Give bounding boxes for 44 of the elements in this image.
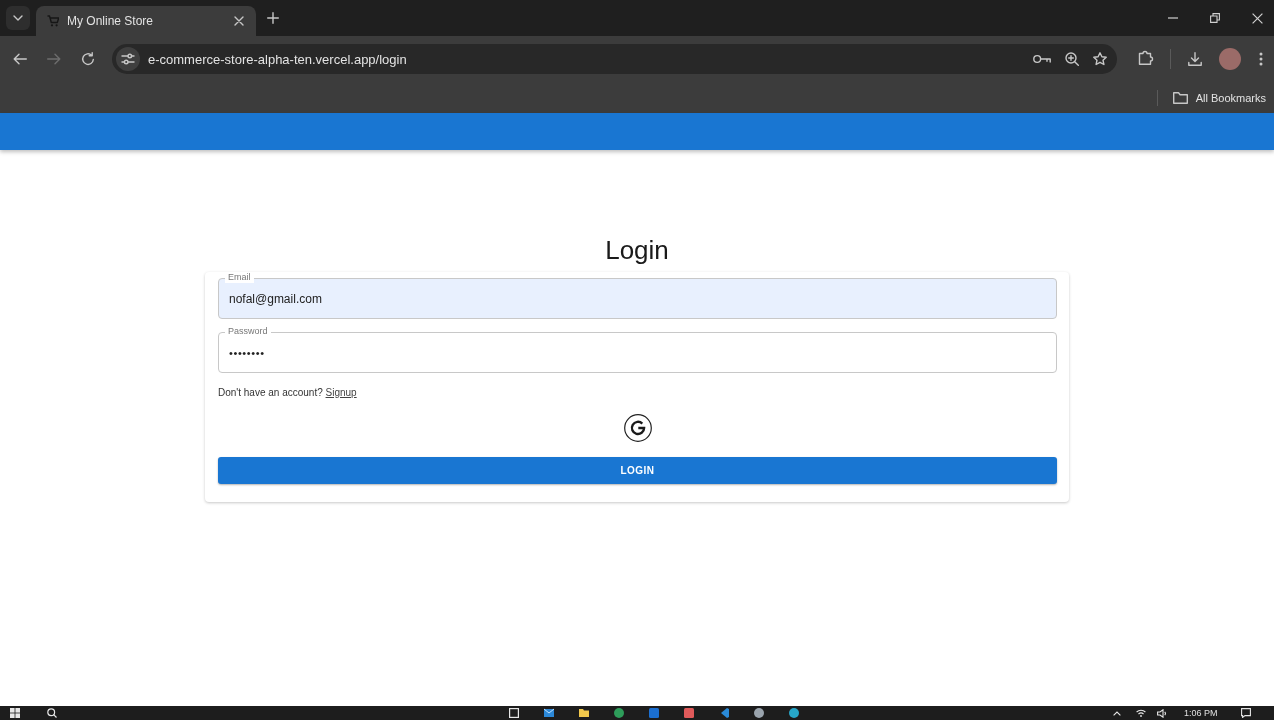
circle-app-icon[interactable] xyxy=(789,708,799,718)
close-tab-icon[interactable] xyxy=(234,16,244,26)
taskbar-clock[interactable]: 1:06 PM xyxy=(1184,707,1218,719)
reload-icon[interactable] xyxy=(81,52,95,66)
speaker-icon[interactable] xyxy=(1157,708,1167,718)
search-icon[interactable] xyxy=(47,708,57,718)
mail-icon[interactable] xyxy=(544,708,554,718)
circle-app-icon[interactable] xyxy=(754,708,764,718)
field-label: Password xyxy=(225,326,271,337)
star-icon[interactable] xyxy=(1093,52,1107,66)
back-arrow-icon[interactable] xyxy=(13,53,27,65)
plus-icon[interactable] xyxy=(267,12,279,24)
sliders-icon[interactable] xyxy=(116,47,140,71)
signup-prompt: Don't have an account? Signup xyxy=(218,387,358,399)
key-icon[interactable] xyxy=(1033,54,1051,64)
restore-icon[interactable] xyxy=(1210,13,1220,23)
signup-link[interactable]: Signup xyxy=(325,387,357,398)
chevron-down-icon xyxy=(13,15,23,21)
folder-icon xyxy=(1172,91,1188,104)
avatar-icon[interactable] xyxy=(1219,48,1241,70)
folder-icon[interactable] xyxy=(579,708,589,718)
notification-icon[interactable] xyxy=(1240,708,1251,718)
window-icon[interactable] xyxy=(509,708,519,718)
g-logo-icon[interactable] xyxy=(623,414,652,442)
cart-icon xyxy=(47,15,59,27)
login-button[interactable]: LOGIN xyxy=(218,457,1057,484)
page-title: Login xyxy=(605,235,669,265)
folder-label: All Bookmarks xyxy=(1195,91,1266,104)
chevron-up-icon[interactable] xyxy=(1113,710,1121,716)
puzzle-icon[interactable] xyxy=(1138,49,1154,65)
close-icon[interactable] xyxy=(1252,12,1263,24)
url-text: e-commerce-store-alpha-ten.vercel.app/login xyxy=(148,51,407,67)
download-icon[interactable] xyxy=(1188,52,1202,66)
address-bar[interactable]: e-commerce-store-alpha-ten.vercel.app/login xyxy=(112,44,1117,74)
windows-logo-icon[interactable] xyxy=(10,708,20,718)
bookmarks-folder[interactable]: All Bookmarks xyxy=(1172,91,1266,104)
tab-list-button[interactable] xyxy=(6,6,30,30)
menu-icon[interactable] xyxy=(1259,52,1263,66)
browser-tab[interactable]: My Online Store xyxy=(36,6,256,36)
circle-app-icon[interactable] xyxy=(614,708,624,718)
zoom-in-icon[interactable] xyxy=(1065,52,1079,66)
triangle-app-icon[interactable] xyxy=(719,708,729,718)
network-icon[interactable] xyxy=(1136,709,1146,717)
field-label: Email xyxy=(225,272,254,283)
